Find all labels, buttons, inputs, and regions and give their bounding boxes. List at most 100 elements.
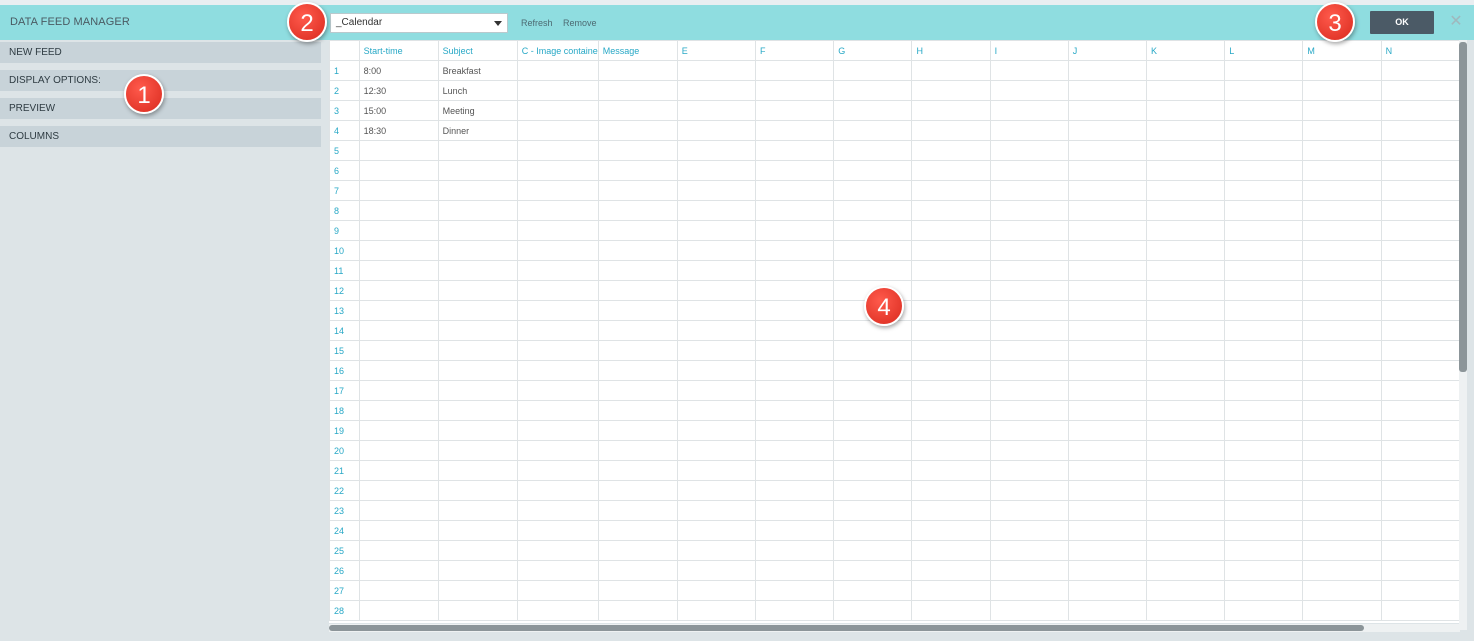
grid-cell[interactable]	[833, 560, 913, 581]
grid-cell[interactable]	[1145, 320, 1226, 341]
grid-cell[interactable]	[516, 400, 599, 421]
grid-cell[interactable]	[911, 180, 991, 201]
grid-cell[interactable]	[833, 380, 913, 401]
grid-cell[interactable]	[597, 260, 678, 281]
grid-cell[interactable]	[516, 80, 599, 101]
grid-cell[interactable]	[516, 440, 599, 461]
grid-cell[interactable]	[911, 100, 991, 121]
grid-cell[interactable]	[754, 280, 835, 301]
grid-cell[interactable]: 12:30	[358, 80, 439, 101]
grid-cell[interactable]	[989, 440, 1069, 461]
grid-cell[interactable]	[911, 220, 991, 241]
grid-cell[interactable]	[597, 560, 678, 581]
grid-cell[interactable]	[516, 500, 599, 521]
grid-cell[interactable]	[911, 60, 991, 81]
grid-cell[interactable]	[597, 280, 678, 301]
ok-button[interactable]: OK	[1370, 11, 1434, 34]
grid-cell[interactable]	[911, 80, 991, 101]
grid-cell[interactable]	[911, 600, 991, 621]
column-header[interactable]: E	[676, 40, 756, 61]
grid-cell[interactable]	[1067, 480, 1147, 501]
grid-cell[interactable]	[1302, 460, 1382, 481]
grid-cell[interactable]	[754, 460, 835, 481]
grid-cell[interactable]	[1302, 220, 1382, 241]
grid-cell[interactable]	[1224, 520, 1304, 541]
grid-cell[interactable]	[358, 180, 439, 201]
grid-cell[interactable]	[597, 100, 678, 121]
grid-cell[interactable]	[1067, 100, 1147, 121]
column-header[interactable]: C - Image containe	[516, 40, 599, 61]
grid-cell[interactable]	[754, 540, 835, 561]
column-header[interactable]: J	[1067, 40, 1147, 61]
grid-cell[interactable]	[989, 140, 1069, 161]
grid-cell[interactable]	[754, 100, 835, 121]
grid-cell[interactable]	[1380, 100, 1460, 121]
grid-cell[interactable]	[989, 360, 1069, 381]
grid-cell[interactable]	[676, 520, 756, 541]
column-header[interactable]: L	[1224, 40, 1304, 61]
grid-cell[interactable]	[833, 320, 913, 341]
grid-cell[interactable]	[1302, 480, 1382, 501]
grid-cell[interactable]	[437, 280, 518, 301]
grid-cell[interactable]	[1380, 140, 1460, 161]
grid-cell[interactable]	[989, 160, 1069, 181]
grid-cell[interactable]	[516, 320, 599, 341]
grid-cell[interactable]	[1224, 380, 1304, 401]
grid-cell[interactable]	[676, 320, 756, 341]
grid-cell[interactable]	[754, 520, 835, 541]
grid-cell[interactable]	[833, 580, 913, 601]
grid-cell[interactable]	[358, 420, 439, 441]
grid-cell[interactable]	[676, 200, 756, 221]
grid-cell[interactable]	[1380, 240, 1460, 261]
grid-cell[interactable]	[754, 220, 835, 241]
grid-cell[interactable]	[676, 120, 756, 141]
grid-cell[interactable]	[833, 60, 913, 81]
grid-cell[interactable]	[1380, 120, 1460, 141]
grid-cell[interactable]	[516, 560, 599, 581]
grid-cell[interactable]	[989, 420, 1069, 441]
grid-cell[interactable]	[676, 560, 756, 581]
grid-cell[interactable]	[989, 80, 1069, 101]
grid-cell[interactable]	[1302, 500, 1382, 521]
grid-cell[interactable]	[1224, 540, 1304, 561]
grid-cell[interactable]	[597, 120, 678, 141]
grid-cell[interactable]	[1145, 380, 1226, 401]
grid-cell[interactable]	[516, 540, 599, 561]
grid-cell[interactable]	[989, 120, 1069, 141]
grid-cell[interactable]	[1380, 280, 1460, 301]
grid-cell[interactable]	[1067, 440, 1147, 461]
grid-cell[interactable]	[1302, 100, 1382, 121]
grid-cell[interactable]	[1302, 240, 1382, 261]
grid-cell[interactable]	[1224, 400, 1304, 421]
grid-cell[interactable]	[516, 420, 599, 441]
grid-cell[interactable]	[437, 460, 518, 481]
grid-cell[interactable]	[516, 380, 599, 401]
column-header[interactable]: K	[1145, 40, 1226, 61]
grid-cell[interactable]	[1224, 500, 1304, 521]
grid-cell[interactable]	[358, 300, 439, 321]
grid-cell[interactable]	[1145, 600, 1226, 621]
column-header[interactable]: Subject	[437, 40, 518, 61]
grid-cell[interactable]	[754, 160, 835, 181]
grid-cell[interactable]	[1224, 300, 1304, 321]
grid-cell[interactable]	[1067, 420, 1147, 441]
grid-cell[interactable]	[1302, 600, 1382, 621]
grid-cell[interactable]	[437, 320, 518, 341]
grid-cell[interactable]	[437, 360, 518, 381]
grid-cell[interactable]	[676, 400, 756, 421]
grid-cell[interactable]	[833, 420, 913, 441]
grid-cell[interactable]	[989, 240, 1069, 261]
grid-cell[interactable]	[516, 300, 599, 321]
grid-cell[interactable]	[358, 160, 439, 181]
grid-cell[interactable]	[358, 200, 439, 221]
grid-cell[interactable]	[754, 300, 835, 321]
grid-cell[interactable]	[1380, 500, 1460, 521]
grid-cell[interactable]	[1145, 360, 1226, 381]
grid-cell[interactable]	[597, 200, 678, 221]
grid-cell[interactable]	[1302, 140, 1382, 161]
grid-cell[interactable]	[989, 400, 1069, 421]
grid-cell[interactable]	[1380, 420, 1460, 441]
grid-cell[interactable]	[437, 140, 518, 161]
horizontal-scrollbar-thumb[interactable]	[329, 625, 1364, 631]
grid-cell[interactable]	[358, 560, 439, 581]
